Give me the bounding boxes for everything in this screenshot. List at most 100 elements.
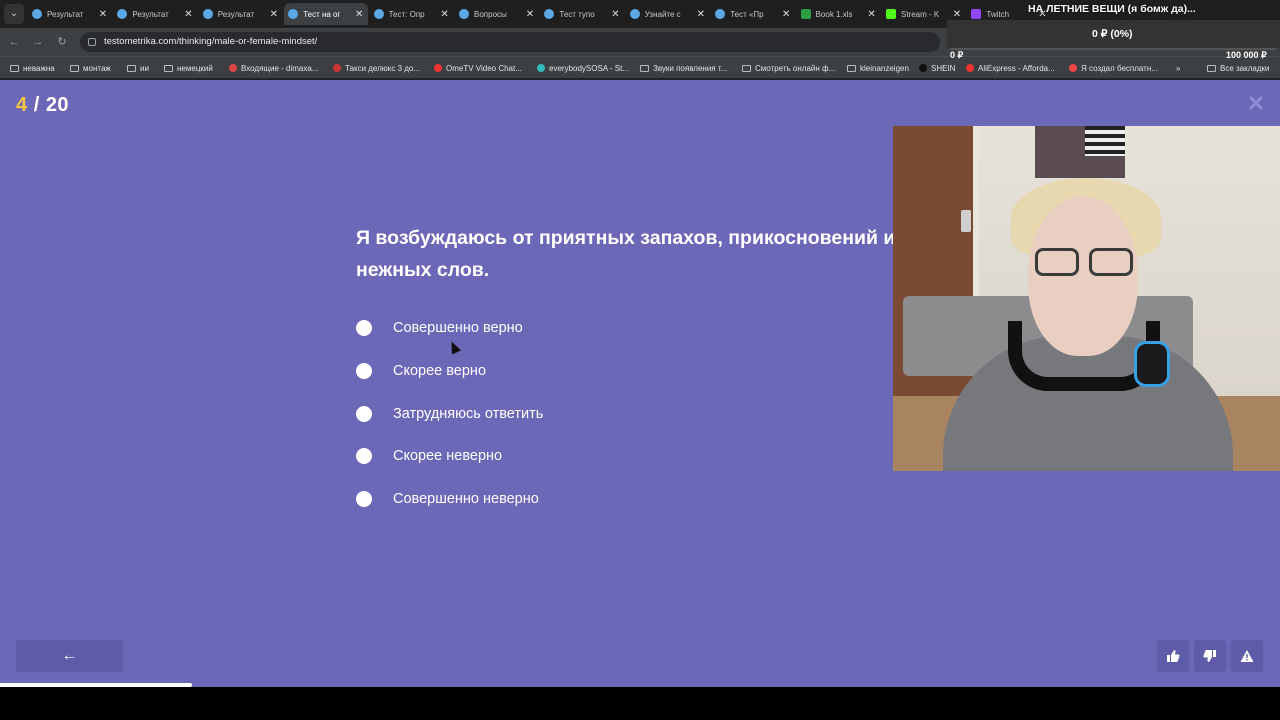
radio-button[interactable] xyxy=(356,491,372,508)
bookmark-label: Такси делюкс 3 до... xyxy=(345,63,421,73)
close-tab-icon[interactable]: ✕ xyxy=(440,9,450,20)
bookmark-item[interactable]: ии xyxy=(127,61,149,75)
tab-search-button[interactable]: ⌄ xyxy=(4,4,24,24)
radio-button[interactable] xyxy=(356,405,372,422)
bookmark-label: неважна xyxy=(23,63,55,73)
blue-circle-icon xyxy=(373,9,384,19)
browser-tab[interactable]: Тест тупо ✕ xyxy=(540,3,624,25)
site-favicon-icon xyxy=(919,64,927,72)
radio-button[interactable] xyxy=(356,448,372,465)
bookmark-item[interactable]: Входящие - dimaxa... xyxy=(229,61,319,75)
blue-circle-icon xyxy=(629,9,640,19)
report-button[interactable] xyxy=(1231,640,1263,672)
bookmark-item[interactable]: everybodySOSA - St... xyxy=(537,61,629,75)
bookmark-item[interactable]: Звуки появления т... xyxy=(640,61,727,75)
browser-tab[interactable]: Результат ✕ xyxy=(28,3,112,25)
bookmark-item[interactable]: Я создал бесплатн... xyxy=(1069,61,1158,75)
bookmark-item[interactable]: Смотреть онлайн ф... xyxy=(742,61,835,75)
donation-goal-min: 0 ₽ xyxy=(950,50,964,60)
tab-title: Тест тупо xyxy=(559,9,595,19)
thumbs-up-icon xyxy=(1167,650,1180,662)
bookmark-item[interactable]: Такси делюкс 3 до... xyxy=(333,61,420,75)
current-question-number: 4 xyxy=(16,94,28,116)
question-text: Я возбуждаюсь от приятных запахов, прико… xyxy=(356,227,896,281)
bookmark-item[interactable]: AliExpress - Afforda... xyxy=(966,61,1055,75)
browser-tab[interactable]: Результат ✕ xyxy=(113,3,197,25)
bookmark-item[interactable]: немецкий xyxy=(164,61,213,75)
close-tab-icon[interactable]: ✕ xyxy=(98,9,108,20)
close-icon[interactable]: ✕ xyxy=(1246,93,1266,115)
tab-title: Результат xyxy=(47,9,84,19)
donation-goal-max: 100 000 ₽ xyxy=(1226,50,1267,60)
blue-circle-icon xyxy=(117,9,128,19)
close-tab-icon[interactable]: ✕ xyxy=(525,9,535,20)
site-info-icon[interactable] xyxy=(88,38,96,46)
forward-nav-icon[interactable]: → xyxy=(30,34,46,50)
folder-icon xyxy=(70,64,79,72)
bookmark-label: немецкий xyxy=(177,63,213,73)
webcam-headset xyxy=(1008,321,1170,391)
folder-icon xyxy=(10,64,19,72)
all-bookmarks-button[interactable]: Все закладки xyxy=(1207,61,1269,75)
folder-icon xyxy=(847,64,856,72)
answer-option-label: Совершенно верно xyxy=(393,320,523,337)
bookmark-item[interactable]: неважна xyxy=(10,61,55,75)
sheets-icon xyxy=(800,9,811,19)
blue-circle-icon xyxy=(32,9,42,19)
site-favicon-icon xyxy=(966,64,974,72)
bookmark-label: AliExpress - Afforda... xyxy=(978,63,1055,73)
close-tab-icon[interactable]: ✕ xyxy=(183,9,193,20)
bookmarks-more-button[interactable]: » xyxy=(1176,61,1180,75)
folder-icon xyxy=(640,64,649,72)
bookmark-item[interactable]: монтаж xyxy=(70,61,111,75)
close-tab-icon[interactable]: ✕ xyxy=(354,9,364,20)
answer-option-label: Скорее неверно xyxy=(393,448,503,465)
close-tab-icon[interactable]: ✕ xyxy=(269,9,279,20)
bookmark-item[interactable]: kleinanzeigen xyxy=(847,61,909,75)
like-button[interactable] xyxy=(1157,640,1189,672)
browser-tab[interactable]: Тест «Пр ✕ xyxy=(711,3,795,25)
close-tab-icon[interactable]: ✕ xyxy=(610,9,620,20)
bookmark-label: Звуки появления т... xyxy=(653,63,728,73)
browser-tab[interactable]: Тест: Опр ✕ xyxy=(370,3,454,25)
browser-tab[interactable]: Узнайте с ✕ xyxy=(626,3,710,25)
previous-question-button[interactable]: ← xyxy=(16,640,123,672)
tab-title: Stream - K xyxy=(901,9,940,19)
url-text: testometrika.com/thinking/male-or-female… xyxy=(104,36,318,47)
counter-separator: / xyxy=(33,94,40,116)
tab-title: Тест: Опр xyxy=(388,9,425,19)
folder-icon xyxy=(742,64,751,72)
folder-icon xyxy=(127,64,136,72)
blue-circle-icon xyxy=(544,9,555,19)
bookmark-item[interactable]: SHEIN xyxy=(919,61,955,75)
site-favicon-icon xyxy=(229,64,237,72)
answer-option[interactable]: Совершенно неверно xyxy=(356,478,543,521)
close-tab-icon[interactable]: ✕ xyxy=(696,9,706,20)
answer-option[interactable]: Скорее верно xyxy=(356,350,543,393)
browser-tab[interactable]: Тест на ог ✕ xyxy=(284,3,369,25)
bookmark-label: Смотреть онлайн ф... xyxy=(755,63,836,73)
answer-option-label: Затрудняюсь ответить xyxy=(393,405,544,422)
answer-option[interactable]: Затрудняюсь ответить xyxy=(356,392,543,435)
back-nav-icon[interactable]: ← xyxy=(6,34,22,50)
url-field[interactable]: testometrika.com/thinking/male-or-female… xyxy=(80,32,940,52)
bookmark-label: монтаж xyxy=(83,63,111,73)
dislike-button[interactable] xyxy=(1194,640,1226,672)
bookmark-item[interactable]: OmeTV Video Chat... xyxy=(434,61,522,75)
browser-tab[interactable]: Результат ✕ xyxy=(199,3,283,25)
reload-icon[interactable]: ↻ xyxy=(54,34,70,50)
close-tab-icon[interactable]: ✕ xyxy=(952,9,962,20)
browser-tab[interactable]: Вопросы ✕ xyxy=(455,3,539,25)
question-counter: 4 / 20 xyxy=(16,94,69,117)
radio-button[interactable] xyxy=(356,363,372,380)
answer-option[interactable]: Скорее неверно xyxy=(356,435,543,478)
tab-title: Тест «Пр xyxy=(730,9,764,19)
close-tab-icon[interactable]: ✕ xyxy=(781,9,791,20)
browser-tab[interactable]: Book 1.xls ✕ xyxy=(797,3,881,25)
answer-option-label: Скорее верно xyxy=(393,363,487,380)
webcam-overlay xyxy=(893,126,1280,471)
site-favicon-icon xyxy=(537,64,545,72)
twitch-icon xyxy=(971,9,982,19)
radio-button[interactable] xyxy=(356,320,372,337)
close-tab-icon[interactable]: ✕ xyxy=(867,9,877,20)
